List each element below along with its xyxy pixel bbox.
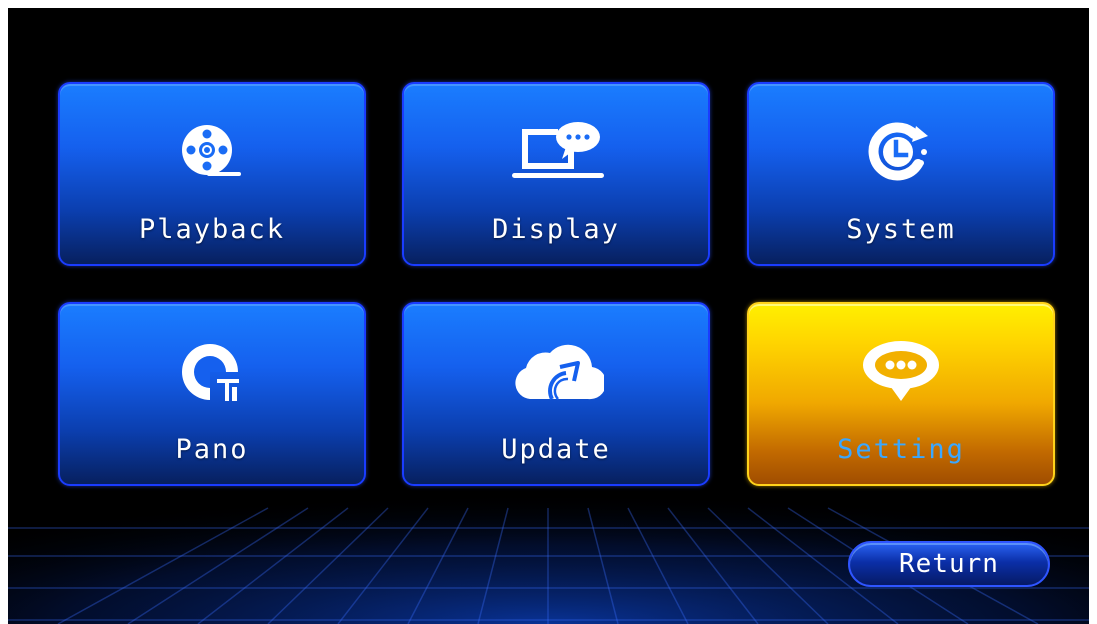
- setting-tile[interactable]: Setting: [747, 302, 1055, 486]
- display-label: Display: [492, 214, 620, 245]
- pano-label: Pano: [175, 434, 249, 465]
- pano-tile[interactable]: Pano: [58, 302, 366, 486]
- update-label: Update: [501, 434, 611, 465]
- speech-bubble-icon: [749, 340, 1053, 404]
- film-reel-icon: [60, 120, 364, 184]
- return-button[interactable]: Return: [848, 541, 1050, 587]
- system-label: System: [846, 214, 956, 245]
- playback-tile[interactable]: Playback: [58, 82, 366, 266]
- screen: Playback Display System Pano Update Sett…: [8, 8, 1089, 624]
- playback-label: Playback: [138, 214, 286, 245]
- cloud-upload-icon: [404, 340, 708, 404]
- display-tile[interactable]: Display: [402, 82, 710, 266]
- clock-refresh-icon: [749, 120, 1053, 184]
- laptop-chat-icon: [404, 120, 708, 184]
- pano-icon: [60, 340, 364, 404]
- system-tile[interactable]: System: [747, 82, 1055, 266]
- update-tile[interactable]: Update: [402, 302, 710, 486]
- setting-label: Setting: [837, 434, 965, 465]
